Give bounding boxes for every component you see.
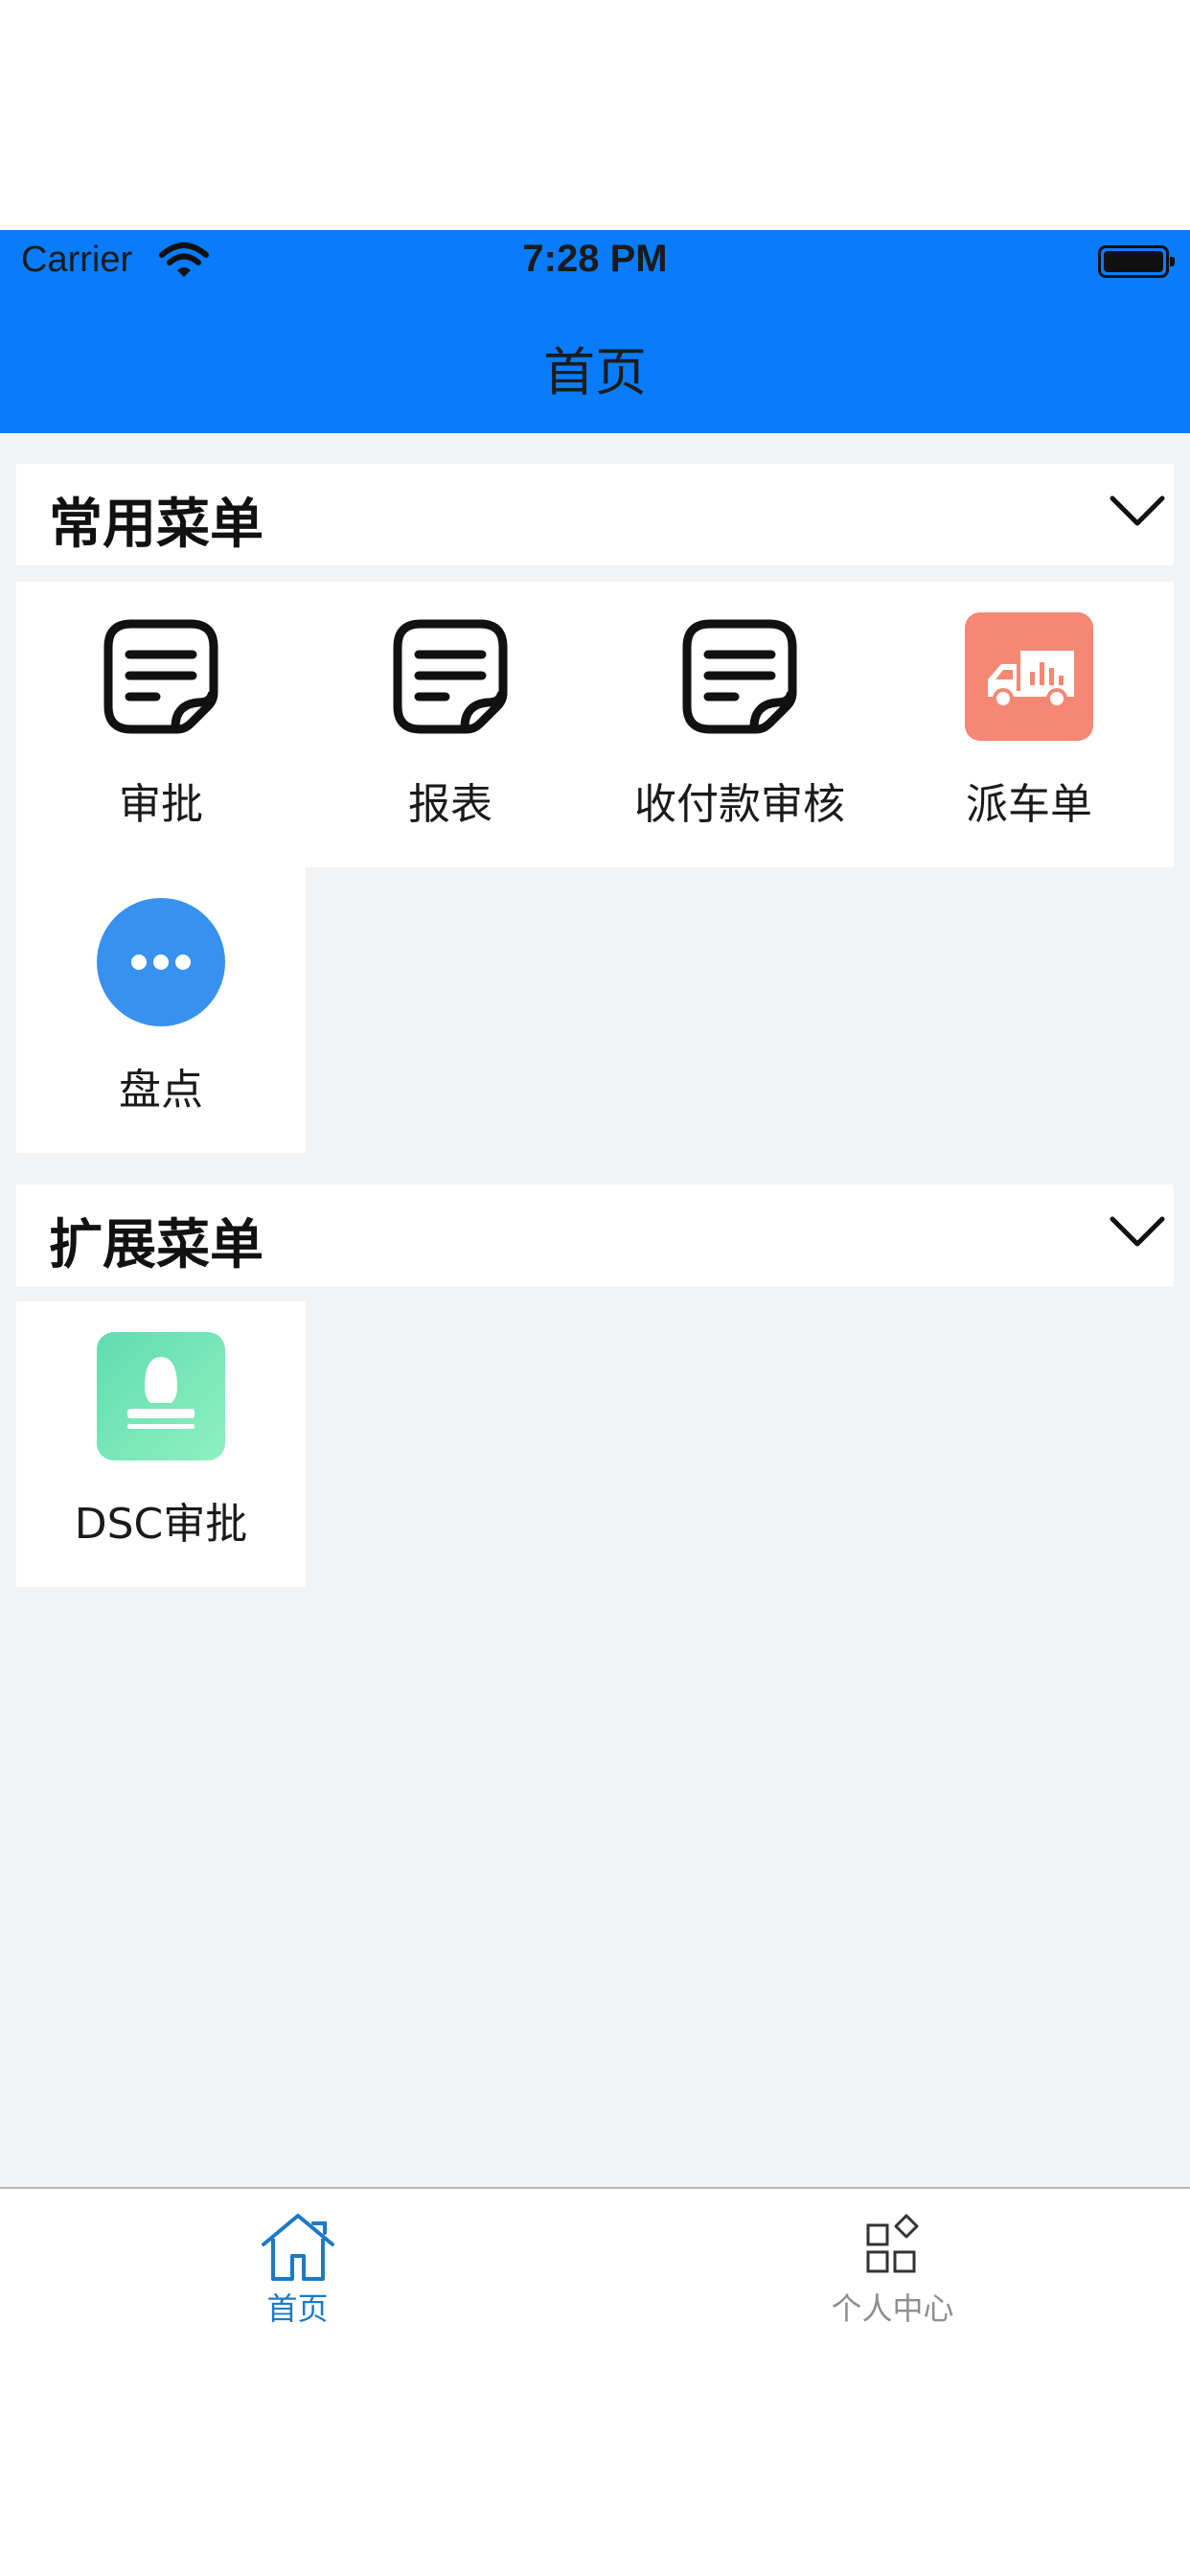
page-title: 首页 — [543, 342, 647, 402]
more-dots-icon — [97, 898, 225, 1026]
menu-item-label: 盘点 — [119, 1066, 203, 1115]
tab-bar: 首页 个人中心 — [0, 2187, 1190, 2576]
menu-item-label: DSC审批 — [74, 1500, 248, 1549]
menu-item-label: 审批 — [119, 780, 203, 829]
menu-item-inventory[interactable]: 盘点 — [16, 867, 306, 1153]
menu-item-label: 派车单 — [966, 780, 1092, 829]
home-icon — [261, 2214, 334, 2281]
menu-item-label: 报表 — [408, 780, 492, 829]
tab-label: 首页 — [266, 2290, 329, 2327]
clock: 7:28 PM — [522, 238, 668, 280]
menu-item-payment-review[interactable]: 收付款审核 — [595, 582, 884, 867]
tab-label: 个人中心 — [831, 2290, 954, 2327]
section-title: 扩展菜单 — [49, 1214, 263, 1276]
document-icon — [682, 619, 797, 734]
chevron-down-icon[interactable] — [1109, 491, 1166, 533]
stamp-icon — [97, 1332, 225, 1460]
menu-item-report[interactable]: 报表 — [306, 582, 595, 867]
battery-icon — [1098, 245, 1175, 278]
document-icon — [393, 619, 508, 734]
menu-item-dsc-approval[interactable]: DSC审批 — [16, 1301, 306, 1587]
top-blank-area — [0, 0, 1190, 230]
menu-item-approval[interactable]: 审批 — [16, 582, 306, 867]
document-icon — [103, 619, 218, 734]
tab-home[interactable]: 首页 — [0, 2189, 595, 2342]
navigation-bar: 首页 — [0, 295, 1190, 433]
status-bar: Carrier 7:28 PM — [0, 230, 1190, 295]
section-header-extended-menu[interactable]: 扩展菜单 — [16, 1184, 1174, 1286]
tab-personal-center[interactable]: 个人中心 — [595, 2189, 1190, 2342]
menu-item-label: 收付款审核 — [634, 780, 845, 829]
menu-item-dispatch[interactable]: 派车单 — [884, 582, 1174, 867]
chevron-down-icon[interactable] — [1109, 1211, 1166, 1254]
menu-grid-row: DSC审批 — [16, 1301, 306, 1587]
menu-grid-row: 审批 报表 收付款审核 派车单 — [16, 582, 1174, 867]
main-content: 常用菜单 审批 报表 收付款审核 派车单 盘点 扩展菜单 DSC审批 — [0, 433, 1190, 2187]
section-title: 常用菜单 — [49, 494, 263, 556]
menu-grid-row: 盘点 — [16, 867, 306, 1153]
apps-icon — [866, 2214, 918, 2273]
truck-icon — [965, 612, 1093, 741]
section-header-common-menu[interactable]: 常用菜单 — [16, 464, 1174, 565]
